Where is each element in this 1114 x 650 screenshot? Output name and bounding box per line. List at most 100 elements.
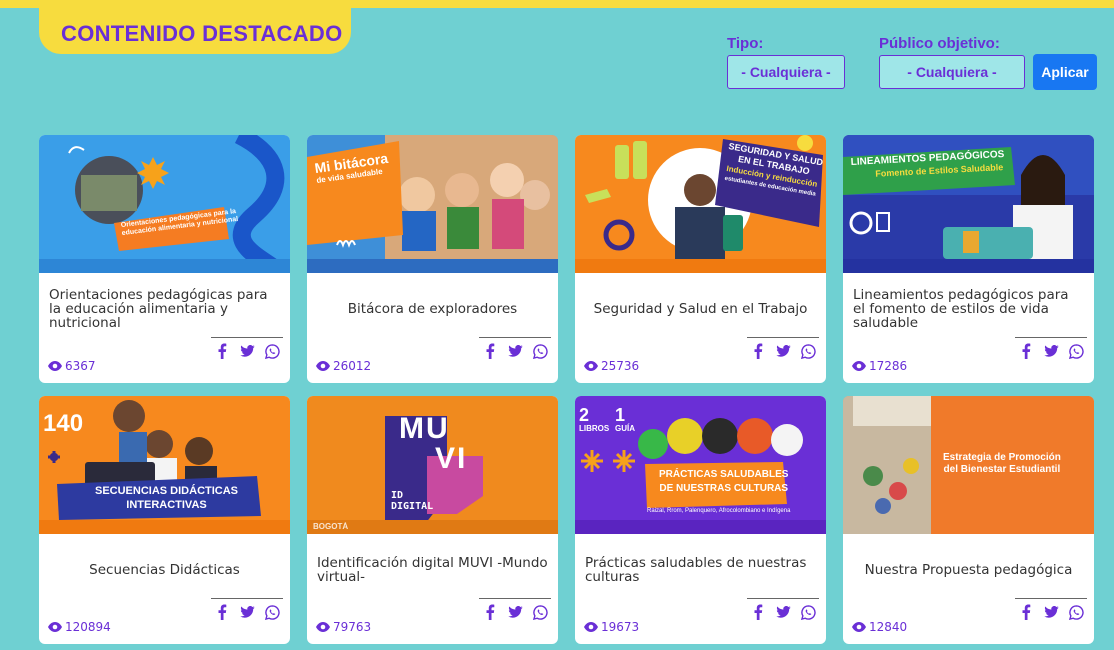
thumbnail-text: MU [399,412,450,445]
thumbnail-text: del Bienestar Estudiantil [943,464,1061,475]
eye-icon [852,361,866,371]
facebook-icon[interactable] [749,342,767,360]
card-divider [747,337,819,338]
view-count-value: 6367 [65,359,96,373]
section-title-tab: CONTENIDO DESTACADO [39,8,351,54]
thumbnail-text: DE NUESTRAS CULTURAS [659,483,789,494]
content-card[interactable]: 140 SECUENCIAS DIDÁCTICAS INTERACTIVAS S… [39,396,290,644]
content-card[interactable]: MU VI ID DIGITAL BOGOTÁ Identificación d… [307,396,558,644]
thumbnail-text: ID [391,490,404,501]
facebook-icon[interactable] [481,603,499,621]
tipo-select[interactable]: - Cualquiera - [727,55,845,89]
facebook-icon[interactable] [1017,603,1035,621]
twitter-icon[interactable] [1042,342,1060,360]
eye-icon [48,361,62,371]
view-count-value: 12840 [869,620,908,634]
card-title[interactable]: Nuestra Propuesta pedagógica [853,546,1084,594]
facebook-icon[interactable] [1017,342,1035,360]
twitter-icon[interactable] [506,603,524,621]
tipo-label: Tipo: [727,35,764,52]
whatsapp-icon[interactable] [799,603,817,621]
view-count-value: 19673 [601,620,640,634]
view-count-value: 17286 [869,359,908,373]
card-divider [479,598,551,599]
view-count: 19673 [584,620,639,634]
card-title[interactable]: Identificación digital MUVI -Mundo virtu… [317,546,548,594]
eye-icon [316,622,330,632]
card-thumbnail[interactable]: MU VI ID DIGITAL BOGOTÁ [307,396,558,534]
thumbnail-text: 140 [43,410,84,437]
thumbnail-text: SECUENCIAS DIDÁCTICAS [95,485,239,497]
view-count-value: 25736 [601,359,640,373]
thumbnail-text: VI [435,442,468,475]
card-thumbnail[interactable]: Orientaciones pedagógicas para la educac… [39,135,290,273]
card-title[interactable]: Bitácora de exploradores [317,285,548,333]
card-title[interactable]: Lineamientos pedagógicos para el fomento… [853,285,1084,333]
card-divider [1015,598,1087,599]
content-card[interactable]: 2 LIBROS 1 GUÍA PRÁCTICAS SALUDABLES DE … [575,396,826,644]
view-count: 25736 [584,359,639,373]
view-count-value: 120894 [65,620,111,634]
content-card[interactable]: SEGURIDAD Y SALUD EN EL TRABAJO Inducció… [575,135,826,383]
facebook-icon[interactable] [481,342,499,360]
whatsapp-icon[interactable] [799,342,817,360]
content-card[interactable]: Orientaciones pedagógicas para la educac… [39,135,290,383]
twitter-icon[interactable] [238,603,256,621]
content-card[interactable]: Estrategia de Promoción del Bienestar Es… [843,396,1094,644]
page-title: CONTENIDO DESTACADO [61,21,343,46]
content-card[interactable]: Mi bitácora de vida saludable Bitácora d… [307,135,558,383]
whatsapp-icon[interactable] [263,603,281,621]
thumbnail-text: INTERACTIVAS [126,499,207,511]
view-count-value: 79763 [333,620,372,634]
whatsapp-icon[interactable] [263,342,281,360]
thumbnail-text: DIGITAL [391,501,434,512]
content-card[interactable]: LINEAMIENTOS PEDAGÓGICOS Fomento de Esti… [843,135,1094,383]
thumbnail-text: LIBROS [579,424,610,433]
card-thumbnail[interactable]: LINEAMIENTOS PEDAGÓGICOS Fomento de Esti… [843,135,1094,273]
card-divider [1015,337,1087,338]
thumbnail-text: Raizal, Rrom, Palenquero, Afrocolombiano… [647,508,791,514]
facebook-icon[interactable] [213,342,231,360]
card-divider [747,598,819,599]
eye-icon [48,622,62,632]
twitter-icon[interactable] [774,342,792,360]
eye-icon [584,361,598,371]
card-divider [479,337,551,338]
eye-icon [584,622,598,632]
thumbnail-text: Estrategia de Promoción [943,452,1061,463]
card-thumbnail[interactable]: SEGURIDAD Y SALUD EN EL TRABAJO Inducció… [575,135,826,273]
facebook-icon[interactable] [749,603,767,621]
view-count: 17286 [852,359,907,373]
facebook-icon[interactable] [213,603,231,621]
card-thumbnail[interactable]: Mi bitácora de vida saludable [307,135,558,273]
whatsapp-icon[interactable] [531,603,549,621]
view-count: 12840 [852,620,907,634]
card-divider [211,337,283,338]
twitter-icon[interactable] [238,342,256,360]
card-thumbnail[interactable]: Estrategia de Promoción del Bienestar Es… [843,396,1094,534]
thumbnail-text: 1 [615,405,626,425]
whatsapp-icon[interactable] [1067,342,1085,360]
twitter-icon[interactable] [506,342,524,360]
card-thumbnail[interactable]: 2 LIBROS 1 GUÍA PRÁCTICAS SALUDABLES DE … [575,396,826,534]
apply-button[interactable]: Aplicar [1033,54,1097,90]
whatsapp-icon[interactable] [1067,603,1085,621]
thumbnail-text: 2 [579,405,590,425]
publico-objetivo-select[interactable]: - Cualquiera - [879,55,1025,89]
eye-icon [852,622,866,632]
view-count: 120894 [48,620,111,634]
view-count: 79763 [316,620,371,634]
card-divider [211,598,283,599]
twitter-icon[interactable] [1042,603,1060,621]
twitter-icon[interactable] [774,603,792,621]
card-title[interactable]: Seguridad y Salud en el Trabajo [585,285,816,333]
eye-icon [316,361,330,371]
card-title[interactable]: Prácticas saludables de nuestras cultura… [585,546,816,594]
top-accent-stripe [0,0,1114,8]
card-title[interactable]: Orientaciones pedagógicas para la educac… [49,285,280,333]
view-count: 26012 [316,359,371,373]
card-title[interactable]: Secuencias Didácticas [49,546,280,594]
card-thumbnail[interactable]: 140 SECUENCIAS DIDÁCTICAS INTERACTIVAS [39,396,290,534]
whatsapp-icon[interactable] [531,342,549,360]
view-count-value: 26012 [333,359,372,373]
